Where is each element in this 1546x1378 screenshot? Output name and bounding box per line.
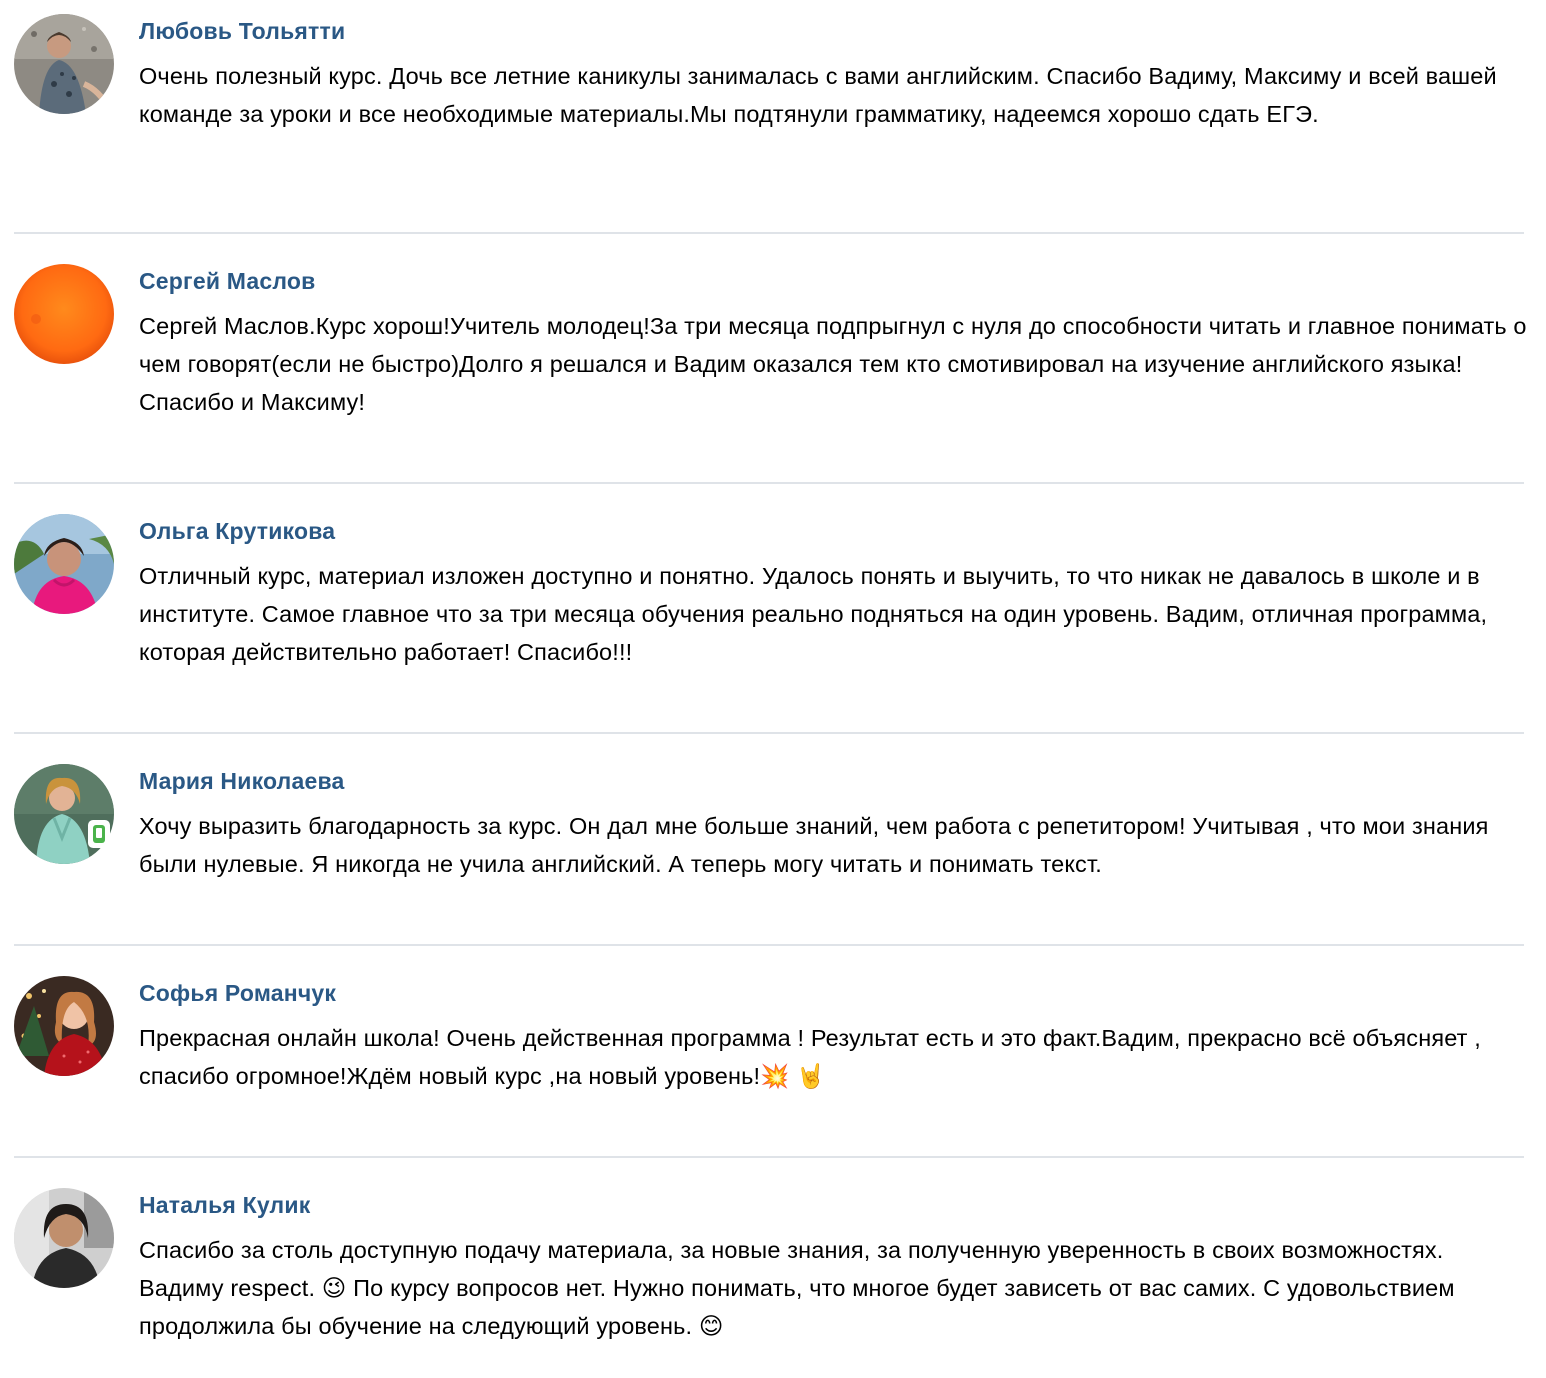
avatar-photo	[14, 976, 114, 1076]
avatar-photo	[14, 764, 114, 864]
avatar-photo	[14, 514, 114, 614]
comment-author-link[interactable]: Софья Романчук	[139, 980, 336, 1007]
mobile-online-badge	[88, 820, 110, 848]
avatar-photo	[14, 1188, 114, 1288]
divider	[14, 482, 1524, 484]
avatar[interactable]	[14, 764, 114, 864]
avatar[interactable]	[14, 514, 114, 614]
divider	[14, 732, 1524, 734]
avatar[interactable]	[14, 976, 114, 1076]
comment-author-link[interactable]: Любовь Тольятти	[139, 18, 345, 45]
comment-text: Сергей Маслов.Курс хорош!Учитель молодец…	[139, 313, 1527, 415]
mobile-phone-icon	[93, 825, 105, 843]
comment-text: Спасибо за столь доступную подачу матери…	[139, 1237, 1455, 1339]
avatar[interactable]	[14, 1188, 114, 1288]
comment-text: Отличный курс, материал изложен доступно…	[139, 563, 1488, 665]
comment-author-link[interactable]: Сергей Маслов	[139, 268, 315, 295]
comment-author-link[interactable]: Ольга Крутикова	[139, 518, 335, 545]
comment-text: Очень полезный курс. Дочь все летние кан…	[139, 63, 1497, 127]
comments-feed: Любовь Тольятти Очень полезный курс. Доч…	[0, 0, 1546, 1378]
comment-author-link[interactable]: Наталья Кулик	[139, 1192, 310, 1219]
avatar-photo	[14, 14, 114, 114]
divider	[14, 232, 1524, 234]
divider	[14, 944, 1524, 946]
comment-author-link[interactable]: Мария Николаева	[139, 768, 345, 795]
divider	[14, 1156, 1524, 1158]
avatar-photo	[14, 264, 114, 364]
comment-text: Хочу выразить благодарность за курс. Он …	[139, 813, 1489, 877]
comment-text: Прекрасная онлайн школа! Очень действенн…	[139, 1025, 1481, 1089]
avatar[interactable]	[14, 14, 114, 114]
avatar[interactable]	[14, 264, 114, 364]
